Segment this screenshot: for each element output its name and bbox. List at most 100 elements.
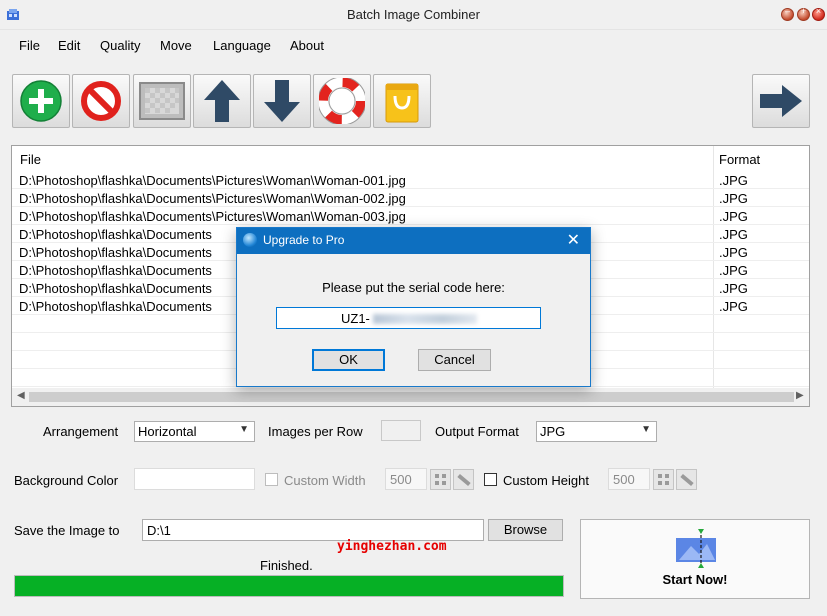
- menu-edit[interactable]: Edit: [58, 38, 80, 53]
- table-row[interactable]: D:\Photoshop\flashka\Documents\Pictures\…: [12, 207, 809, 225]
- menu-file[interactable]: File: [19, 38, 40, 53]
- clear-button[interactable]: [133, 74, 191, 128]
- close-button[interactable]: ×: [812, 6, 825, 21]
- custom-height-checkbox[interactable]: [484, 473, 497, 486]
- column-header-file[interactable]: File: [20, 152, 41, 167]
- grid-icon: [435, 474, 446, 485]
- arrangement-label: Arrangement: [43, 424, 119, 439]
- file-path: D:\Photoshop\flashka\Documents: [19, 227, 212, 242]
- next-button[interactable]: [752, 74, 810, 128]
- background-color-swatch[interactable]: [134, 468, 255, 490]
- chevron-down-icon: ▼: [641, 424, 651, 435]
- scroll-left-icon[interactable]: ◀: [17, 390, 25, 401]
- pencil-icon: [457, 473, 471, 487]
- status-text: Finished.: [260, 558, 313, 573]
- background-color-label: Background Color: [14, 473, 119, 488]
- minimize-icon: –: [784, 6, 790, 16]
- arrangement-select[interactable]: Horizontal ▼: [134, 421, 255, 442]
- width-grid-button[interactable]: [430, 469, 451, 490]
- file-path: D:\Photoshop\flashka\Documents: [19, 281, 212, 296]
- ok-button[interactable]: OK: [312, 349, 385, 371]
- table-row[interactable]: D:\Photoshop\flashka\Documents\Pictures\…: [12, 189, 809, 207]
- maximize-icon: +: [800, 6, 807, 16]
- add-icon: [20, 80, 62, 122]
- custom-height-label: Custom Height: [503, 473, 589, 488]
- output-format-select[interactable]: JPG ▼: [536, 421, 657, 442]
- images-per-row-label: Images per Row: [268, 424, 363, 439]
- remove-button[interactable]: [72, 74, 130, 128]
- title-bar: Batch Image Combiner – + ×: [0, 0, 827, 30]
- shop-icon: [385, 83, 419, 123]
- file-path: D:\Photoshop\flashka\Documents\Pictures\…: [19, 209, 406, 224]
- file-format: .JPG: [719, 209, 748, 224]
- move-up-button[interactable]: [193, 74, 251, 128]
- file-format: .JPG: [719, 191, 748, 206]
- maximize-button[interactable]: +: [797, 6, 810, 21]
- start-now-label: Start Now!: [662, 572, 728, 587]
- close-icon: ×: [815, 6, 822, 16]
- file-format: .JPG: [719, 281, 748, 296]
- file-path: D:\Photoshop\flashka\Documents\Pictures\…: [19, 191, 406, 206]
- menu-bar: File Edit Quality Move Language About: [0, 30, 827, 62]
- combine-images-icon: [676, 529, 716, 568]
- move-down-button[interactable]: [253, 74, 311, 128]
- file-format: .JPG: [719, 263, 748, 278]
- file-format: .JPG: [719, 245, 748, 260]
- output-format-label: Output Format: [435, 424, 519, 439]
- save-path-input[interactable]: D:\1: [142, 519, 484, 541]
- file-path: D:\Photoshop\flashka\Documents: [19, 245, 212, 260]
- file-list-header: File Format: [12, 146, 809, 170]
- progress-fill: [15, 576, 563, 596]
- custom-width-value: 500: [390, 472, 412, 487]
- help-button[interactable]: [313, 74, 371, 128]
- scroll-right-icon[interactable]: ▶: [796, 390, 804, 401]
- images-per-row-input[interactable]: [381, 420, 421, 441]
- menu-about[interactable]: About: [290, 38, 324, 53]
- height-edit-button[interactable]: [676, 469, 697, 490]
- horizontal-scrollbar[interactable]: ◀ ▶: [12, 388, 809, 406]
- save-location-label: Save the Image to: [14, 523, 120, 538]
- dialog-close-icon[interactable]: ✕: [567, 230, 580, 250]
- file-path: D:\Photoshop\flashka\Documents: [19, 263, 212, 278]
- file-format: .JPG: [719, 227, 748, 242]
- custom-width-checkbox[interactable]: [265, 473, 278, 486]
- shop-button[interactable]: [373, 74, 431, 128]
- pencil-icon: [680, 473, 694, 487]
- start-now-button[interactable]: Start Now!: [580, 519, 810, 599]
- width-edit-button[interactable]: [453, 469, 474, 490]
- menu-quality[interactable]: Quality: [100, 38, 140, 53]
- scrollbar-thumb[interactable]: [29, 392, 794, 402]
- dialog-title-bar: Upgrade to Pro ✕: [237, 228, 590, 254]
- custom-height-value: 500: [613, 472, 635, 487]
- height-grid-button[interactable]: [653, 469, 674, 490]
- custom-width-label: Custom Width: [284, 473, 366, 488]
- serial-code-input[interactable]: UZ1-: [276, 307, 541, 329]
- dialog-title: Upgrade to Pro: [263, 233, 345, 247]
- progress-bar: [14, 575, 564, 597]
- serial-prompt: Please put the serial code here:: [322, 280, 505, 295]
- serial-prefix: UZ1-: [341, 311, 370, 326]
- globe-icon: [243, 233, 257, 247]
- save-path-value: D:\1: [147, 523, 171, 538]
- grid-icon: [658, 474, 669, 485]
- minimize-button[interactable]: –: [781, 6, 794, 21]
- column-header-format[interactable]: Format: [719, 152, 760, 167]
- output-format-value: JPG: [540, 424, 566, 439]
- move-up-icon: [204, 80, 240, 122]
- arrangement-value: Horizontal: [138, 424, 197, 439]
- clear-icon: [139, 82, 185, 120]
- add-button[interactable]: [12, 74, 70, 128]
- file-path: D:\Photoshop\flashka\Documents\Pictures\…: [19, 173, 406, 188]
- upgrade-dialog: Upgrade to Pro ✕ Please put the serial c…: [236, 227, 591, 387]
- custom-height-input[interactable]: 500: [608, 468, 650, 490]
- file-format: .JPG: [719, 299, 748, 314]
- browse-button[interactable]: Browse: [488, 519, 563, 541]
- table-row[interactable]: D:\Photoshop\flashka\Documents\Pictures\…: [12, 171, 809, 189]
- cancel-button[interactable]: Cancel: [418, 349, 491, 371]
- chevron-down-icon: ▼: [239, 424, 249, 435]
- custom-width-input[interactable]: 500: [385, 468, 427, 490]
- menu-move[interactable]: Move: [160, 38, 192, 53]
- move-down-icon: [264, 80, 300, 122]
- menu-language[interactable]: Language: [213, 38, 271, 53]
- file-format: .JPG: [719, 173, 748, 188]
